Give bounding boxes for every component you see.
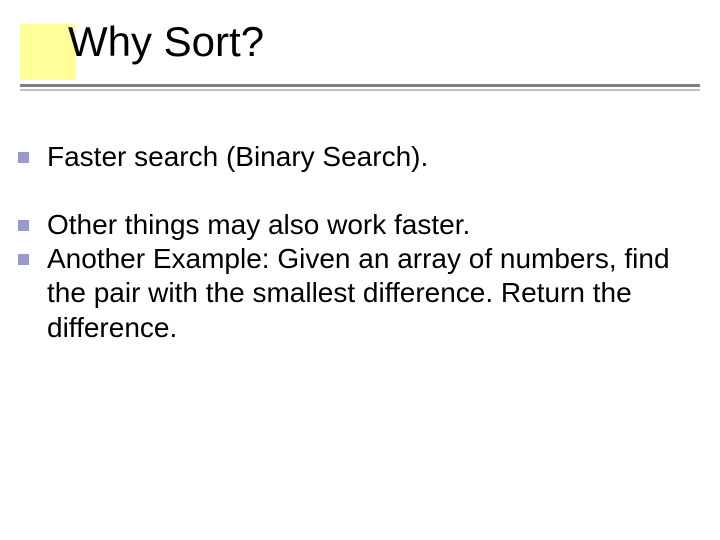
- list-item: Faster search (Binary Search).: [18, 140, 684, 174]
- square-bullet-icon: [18, 254, 29, 265]
- content-area: Faster search (Binary Search). Other thi…: [18, 140, 684, 379]
- title-underline-light: [20, 89, 700, 91]
- list-item: Other things may also work faster.: [18, 208, 684, 242]
- list-item: Another Example: Given an array of numbe…: [18, 242, 684, 344]
- slide-title: Why Sort?: [68, 18, 264, 66]
- bullet-text: Another Example: Given an array of numbe…: [47, 242, 684, 344]
- title-area: Why Sort?: [20, 24, 680, 104]
- slide: Why Sort? Faster search (Binary Search).…: [0, 0, 720, 540]
- title-underline-dark: [20, 84, 700, 87]
- bullet-text: Other things may also work faster.: [47, 208, 684, 242]
- square-bullet-icon: [18, 152, 29, 163]
- bullet-text: Faster search (Binary Search).: [47, 140, 684, 174]
- square-bullet-icon: [18, 220, 29, 231]
